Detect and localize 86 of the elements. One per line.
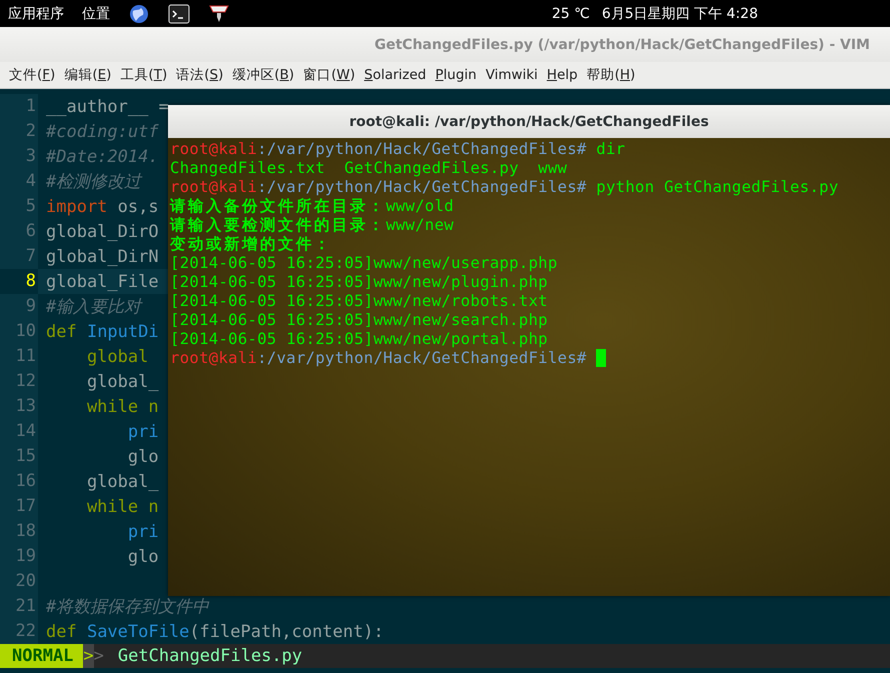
line-number: 15 [0, 444, 38, 469]
code-line: pri [126, 422, 159, 442]
code-line: pri [126, 522, 159, 542]
code-line: global_File [46, 272, 159, 292]
line-number: 19 [0, 544, 38, 569]
terminal-text: root@kali [170, 349, 258, 368]
code-line: global_ [86, 472, 159, 492]
code-line: global [86, 346, 148, 366]
line-number: 20 [0, 569, 38, 594]
clock-text[interactable]: 6月5日星期四 下午 4:28 [602, 4, 758, 22]
terminal-text: dir [595, 140, 626, 159]
terminal-text: [2014-06-05 16:25:05]www/new/portal.php [170, 330, 548, 349]
terminal-cursor [596, 349, 606, 367]
line-number: 3 [0, 144, 38, 169]
menu-item[interactable]: Plugin [430, 67, 481, 83]
line-number: 1 [0, 94, 38, 119]
terminal-text: 请输入要检测文件的目录： [170, 216, 386, 235]
terminal-text: 请输入备份文件所在目录： [170, 197, 386, 216]
mode-indicator: NORMAL [0, 644, 84, 668]
terminal-text: [2014-06-05 16:25:05]www/new/robots.txt [170, 292, 548, 311]
code-line: #Date:2014. [46, 146, 159, 166]
globe-icon[interactable] [128, 2, 150, 24]
code-line: __author__ = [46, 96, 169, 116]
line-number: 10 [0, 319, 38, 344]
line-number: 7 [0, 244, 38, 269]
code-line: while n [86, 496, 159, 516]
line-number: 14 [0, 419, 38, 444]
menu-item[interactable]: 缓冲区(B) [227, 66, 298, 84]
terminal-text: www/old [386, 197, 454, 216]
line-number: 13 [0, 394, 38, 419]
line-number: 16 [0, 469, 38, 494]
weather-text[interactable]: 25 ℃ [552, 6, 590, 22]
terminal-text: :/var/python/Hack/GetChangedFiles# [257, 178, 587, 197]
file-name: GetChangedFiles.py [116, 646, 302, 666]
terminal-text: :/var/python/Hack/GetChangedFiles# [257, 349, 588, 368]
code-line: global_DirO [46, 222, 159, 242]
menu-item[interactable]: Vimwiki [480, 67, 542, 83]
menu-item[interactable]: 窗口(W) [298, 66, 360, 84]
code-line: global_DirN [46, 246, 159, 266]
code-line: import os,s [46, 196, 159, 216]
code-line: def SaveToFile(filePath,content): [46, 622, 384, 642]
line-number: 18 [0, 519, 38, 544]
panel-menu[interactable]: 应用程序 [8, 4, 64, 22]
window-title: GetChangedFiles.py (/var/python/Hack/GetChangedFiles) - VIM [374, 36, 870, 52]
line-number: 11 [0, 344, 38, 369]
line-number: 22 [0, 619, 38, 644]
menu-item[interactable]: 语法(S) [171, 66, 228, 84]
code-line: glo [126, 446, 159, 466]
terminal-title: root@kali: /var/python/Hack/GetChangedFiles [349, 114, 709, 130]
line-number: 12 [0, 369, 38, 394]
line-number: 9 [0, 294, 38, 319]
separator-text: > [83, 644, 94, 668]
terminal-icon[interactable] [168, 2, 190, 24]
code-line: #将数据保存到文件中 [46, 596, 210, 618]
code-line: while n [86, 396, 159, 416]
code-line: #coding:utf [46, 122, 159, 142]
panel-menu[interactable]: 位置 [82, 4, 110, 22]
terminal-text: python GetChangedFiles.py [595, 178, 839, 197]
terminal-text: root@kali [170, 140, 258, 159]
menu-item[interactable]: Help [542, 67, 582, 83]
line-number: 8 [0, 269, 38, 294]
terminal-text: www/new [386, 216, 454, 235]
menu-item[interactable]: Solarized [359, 67, 430, 83]
terminal-text: 变动或新增的文件： [170, 235, 332, 254]
line-number: 6 [0, 219, 38, 244]
terminal-text: :/var/python/Hack/GetChangedFiles# [257, 140, 587, 159]
menu-item[interactable]: 工具(T) [115, 66, 172, 84]
code-line: glo [126, 546, 159, 566]
menu-item[interactable]: 编辑(E) [59, 66, 116, 84]
terminal-text: [2014-06-05 16:25:05]www/new/search.php [170, 311, 548, 330]
line-number: 17 [0, 494, 38, 519]
code-line: def InputDi [46, 322, 159, 342]
line-number: 21 [0, 594, 38, 619]
terminal-text: root@kali [170, 178, 258, 197]
terminal-text: [2014-06-05 16:25:05]www/new/plugin.php [170, 273, 548, 292]
menu-item[interactable]: 帮助(H) [582, 66, 640, 84]
terminal-text: ChangedFiles.txt GetChangedFiles.py www [170, 159, 568, 178]
tool-icon[interactable] [208, 2, 230, 24]
line-number: 4 [0, 169, 38, 194]
code-line: #检测修改过 [46, 171, 142, 193]
code-line: global_ [86, 372, 159, 392]
line-number: 5 [0, 194, 38, 219]
terminal-text: [2014-06-05 16:25:05]www/new/userapp.php [170, 254, 558, 273]
line-number: 2 [0, 119, 38, 144]
menu-item[interactable]: 文件(F) [4, 66, 60, 84]
code-line: #输入要比对 [46, 296, 142, 318]
